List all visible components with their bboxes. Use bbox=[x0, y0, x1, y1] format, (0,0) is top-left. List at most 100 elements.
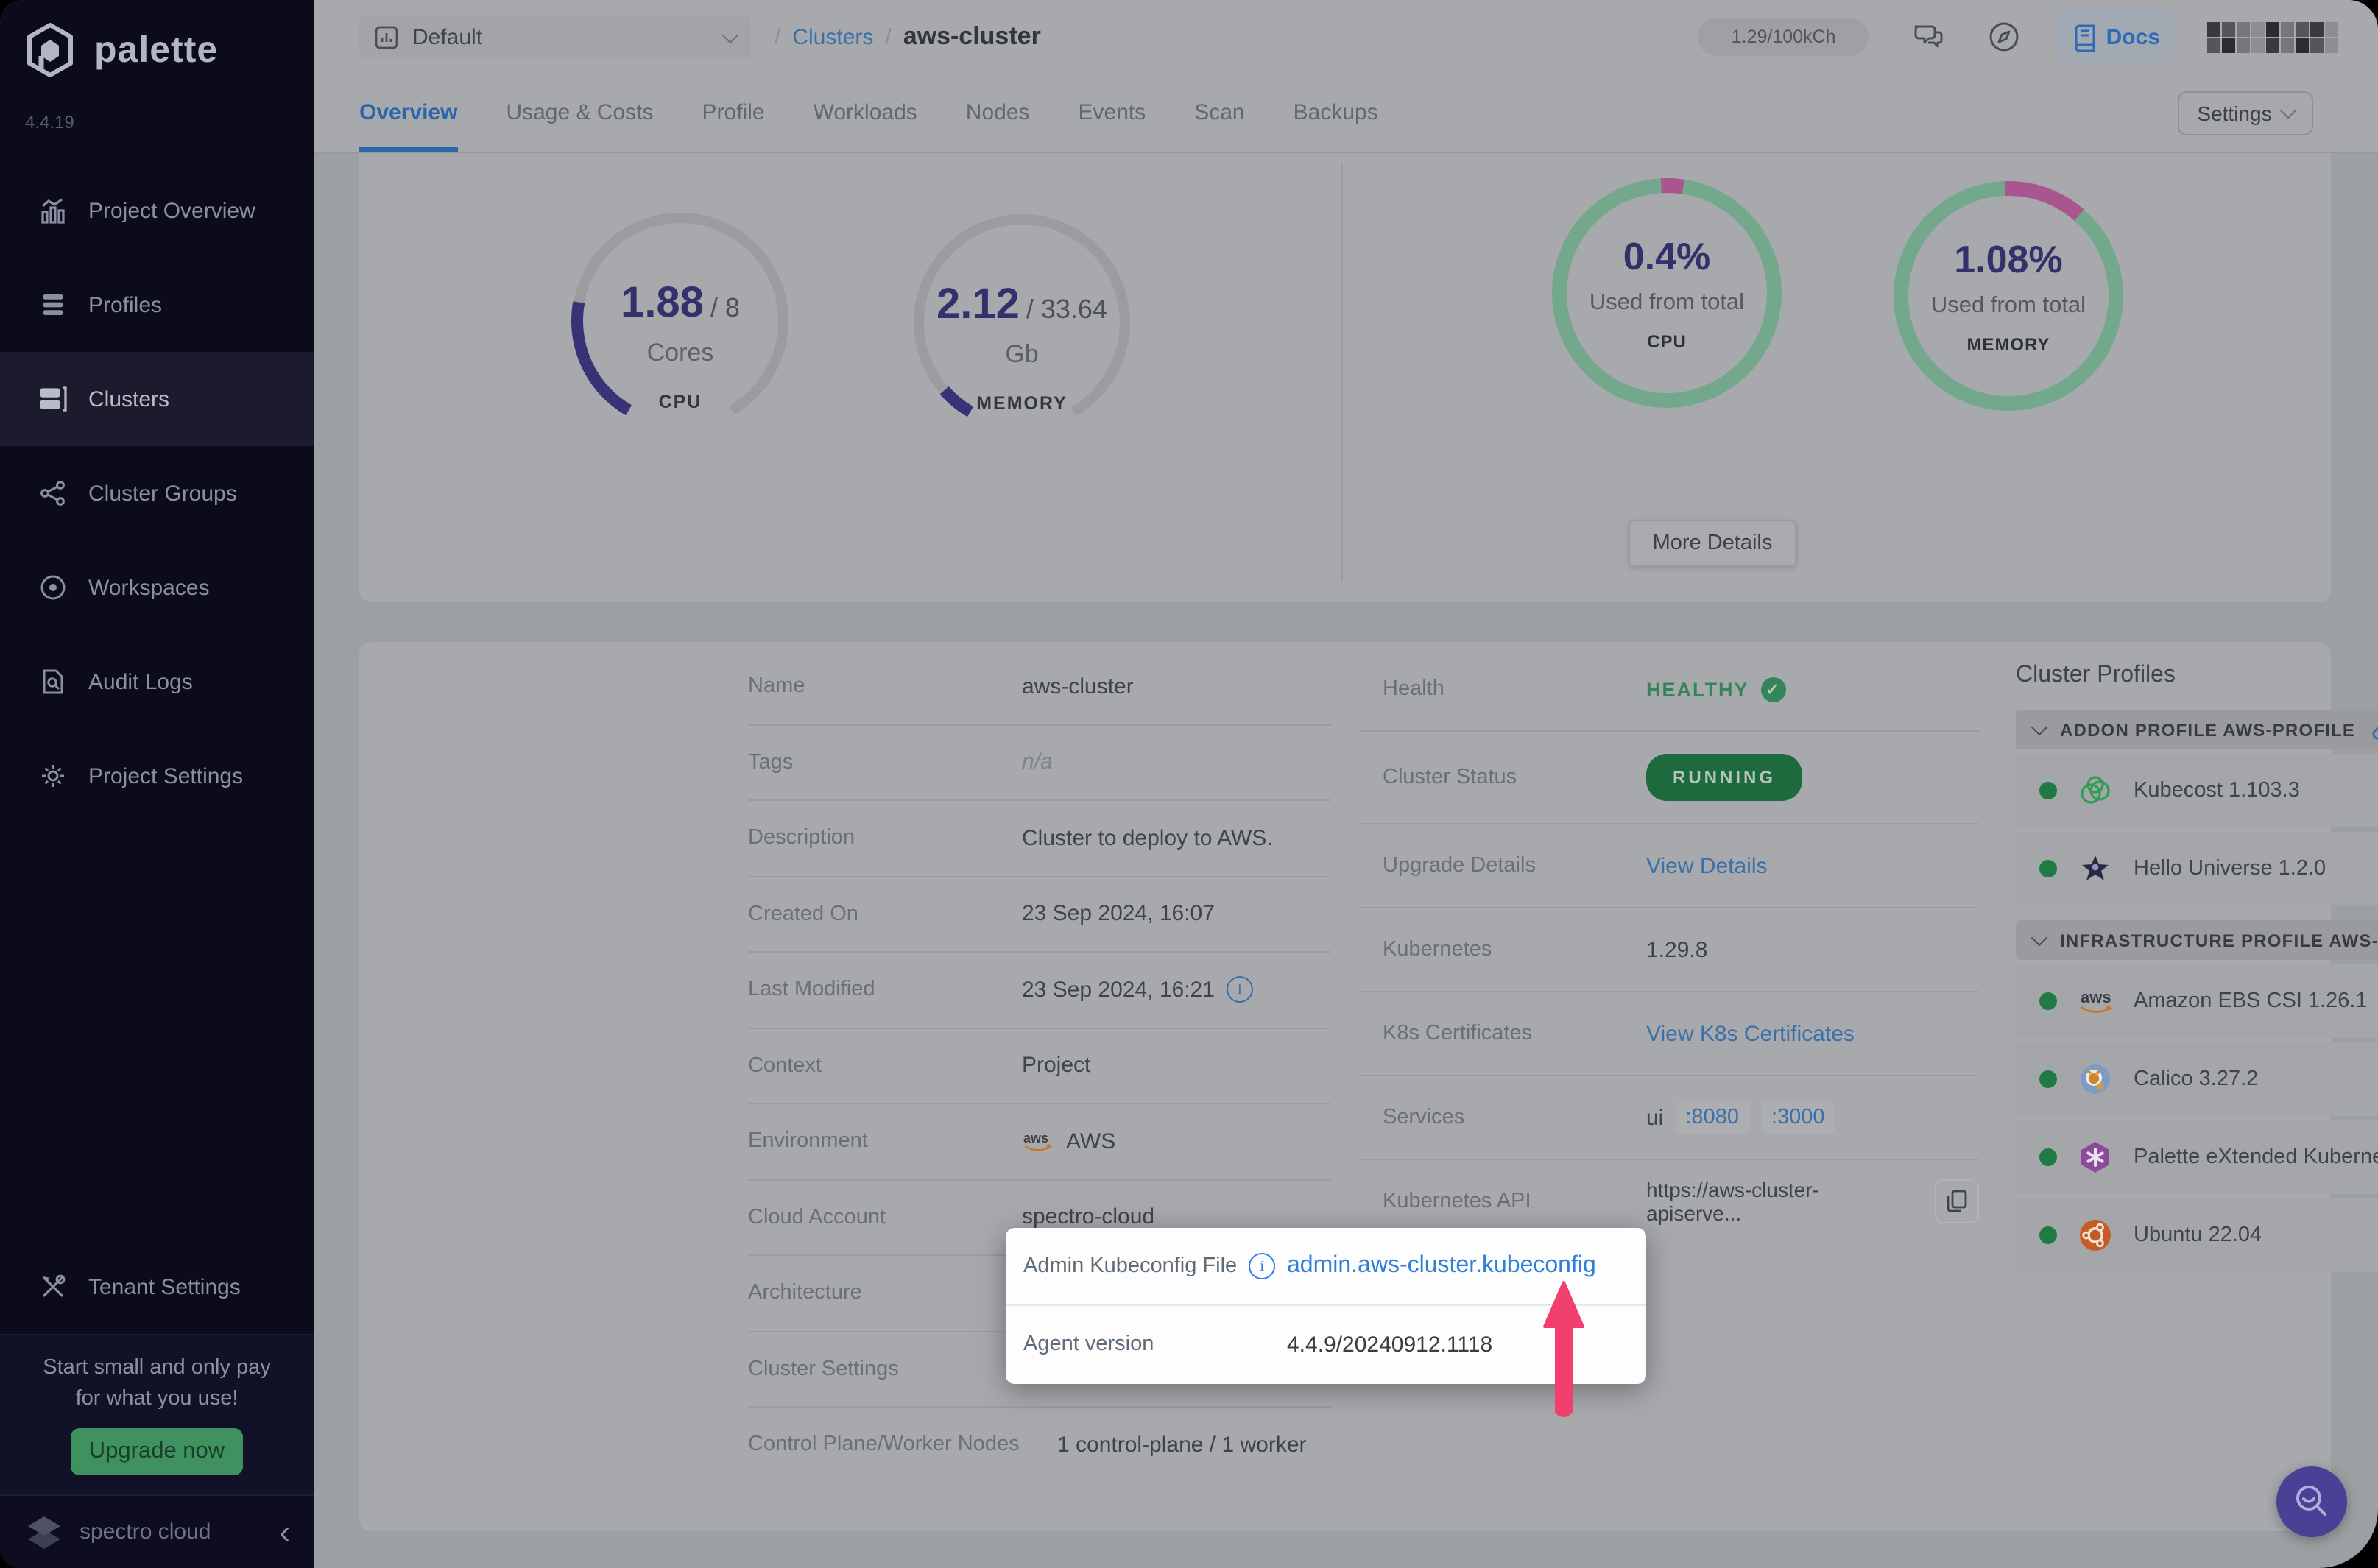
docs-button[interactable]: Docs bbox=[2057, 9, 2175, 65]
detail-row-environment: Environment aws AWS bbox=[748, 1104, 1331, 1180]
sidebar-item-project-settings[interactable]: Project Settings bbox=[0, 729, 314, 823]
usage-quota-pill: 1.29/100kCh bbox=[1698, 18, 1869, 56]
sidebar-footer: spectro cloud ‹ bbox=[0, 1494, 314, 1568]
info-icon[interactable]: i bbox=[1226, 976, 1253, 1003]
status-dot bbox=[2039, 1070, 2057, 1088]
kubecost-logo bbox=[2076, 771, 2114, 810]
upgrade-promo: Start small and only pay for what you us… bbox=[0, 1334, 314, 1497]
tab-nodes[interactable]: Nodes bbox=[966, 74, 1030, 152]
service-port-3000-link[interactable]: :3000 bbox=[1760, 1101, 1835, 1134]
profile-item-calico[interactable]: Calico 3.27.2 › bbox=[2016, 1042, 2378, 1116]
sidebar-item-workspaces[interactable]: Workspaces bbox=[0, 540, 314, 635]
detail-row-upgrade-details: Upgrade Details View Details bbox=[1359, 824, 1979, 908]
project-selector[interactable]: Default bbox=[359, 15, 751, 59]
support-search-fab[interactable] bbox=[2276, 1466, 2347, 1537]
profile-item-amazon-ebs-csi[interactable]: aws Amazon EBS CSI 1.26.1 › bbox=[2016, 964, 2378, 1038]
service-port-8080-link[interactable]: :8080 bbox=[1675, 1101, 1749, 1134]
detail-row-cluster-status: Cluster Status RUNNING bbox=[1359, 732, 1979, 824]
chevron-down-icon bbox=[2279, 102, 2296, 119]
view-k8s-certificates-link[interactable]: View K8s Certificates bbox=[1646, 1021, 1855, 1046]
breadcrumb-separator: / bbox=[885, 24, 892, 49]
brand-name: spectro cloud bbox=[80, 1519, 211, 1544]
page-title: aws-cluster bbox=[903, 22, 1041, 50]
sidebar: palette 4.4.19 Project Overview Profiles bbox=[0, 0, 314, 1568]
help-compass-icon[interactable] bbox=[1987, 19, 2022, 54]
memory-used-value: 2.12 bbox=[936, 281, 1020, 328]
addon-profile-section-header[interactable]: ADDON PROFILE AWS-PROFILE PROJ bbox=[2016, 710, 2378, 749]
more-details-button[interactable]: More Details bbox=[1629, 520, 1796, 567]
app-window: palette 4.4.19 Project Overview Profiles bbox=[0, 0, 2378, 1568]
upgrade-view-details-link[interactable]: View Details bbox=[1646, 853, 1768, 878]
info-icon[interactable]: i bbox=[1249, 1253, 1276, 1279]
sidebar-item-audit-logs[interactable]: Audit Logs bbox=[0, 635, 314, 729]
top-bar: Default / Clusters / aws-cluster 1.29/10… bbox=[314, 0, 2378, 74]
detail-row-context: Context Project bbox=[748, 1028, 1331, 1104]
tab-backups[interactable]: Backups bbox=[1294, 74, 1378, 152]
sidebar-item-clusters[interactable]: Clusters bbox=[0, 352, 314, 446]
cpu-gauge-label: CPU bbox=[658, 392, 702, 412]
sidebar-item-cluster-groups[interactable]: Cluster Groups bbox=[0, 446, 314, 540]
profile-item-hello-universe[interactable]: Hello Universe 1.2.0 › bbox=[2016, 832, 2378, 905]
upgrade-now-button[interactable]: Upgrade now bbox=[71, 1428, 243, 1475]
ubuntu-logo bbox=[2076, 1216, 2114, 1254]
memory-ring-caption: Used from total bbox=[1930, 293, 2086, 318]
copy-api-url-button[interactable] bbox=[1935, 1179, 1979, 1223]
cluster-profiles-panel: Cluster Profiles ADDON PROFILE AWS-PROFI… bbox=[2016, 663, 2378, 1272]
tab-events[interactable]: Events bbox=[1079, 74, 1146, 152]
redacted-user-info bbox=[2207, 18, 2349, 56]
tab-scan[interactable]: Scan bbox=[1194, 74, 1244, 152]
cpu-used-percent: 0.4% bbox=[1623, 234, 1711, 278]
breadcrumb-separator: / bbox=[775, 24, 781, 49]
collapse-sidebar-icon[interactable]: ‹ bbox=[279, 1515, 290, 1548]
sidebar-item-profiles[interactable]: Profiles bbox=[0, 258, 314, 352]
status-dot bbox=[2039, 992, 2057, 1010]
tab-workloads[interactable]: Workloads bbox=[814, 74, 917, 152]
sidebar-menu: Project Overview Profiles Clusters Clust… bbox=[0, 163, 314, 823]
memory-unit: Gb bbox=[1005, 340, 1039, 368]
breadcrumb-clusters-link[interactable]: Clusters bbox=[792, 24, 873, 49]
gear-icon bbox=[38, 761, 68, 791]
tab-overview[interactable]: Overview bbox=[359, 74, 457, 152]
tab-usage-costs[interactable]: Usage & Costs bbox=[506, 74, 653, 152]
profile-item-kubecost[interactable]: Kubecost 1.103.3 › bbox=[2016, 754, 2378, 827]
svg-text:aws: aws bbox=[2081, 988, 2111, 1006]
detail-row-k8s-certificates: K8s Certificates View K8s Certificates bbox=[1359, 992, 1979, 1076]
cluster-status-column: Health HEALTHY ✓ Cluster Status RUNNING … bbox=[1359, 648, 1979, 1243]
aws-logo-icon: aws bbox=[1022, 1130, 1054, 1154]
settings-button[interactable]: Settings bbox=[2178, 91, 2313, 135]
cpu-ring-caption: Used from total bbox=[1589, 290, 1745, 315]
sidebar-item-tenant-settings[interactable]: Tenant Settings bbox=[0, 1240, 314, 1334]
memory-gauge: 2.12 / 33.64 Gb MEMORY bbox=[904, 205, 1140, 458]
audit-logs-icon bbox=[38, 667, 68, 696]
promo-text-line2: for what you use! bbox=[75, 1387, 239, 1410]
memory-ring-label: MEMORY bbox=[1966, 334, 2050, 355]
app-version: 4.4.19 bbox=[25, 112, 74, 133]
chat-icon[interactable] bbox=[1910, 19, 1946, 54]
detail-row-tags: Tags n/a bbox=[748, 725, 1331, 801]
infrastructure-profile-section-header[interactable]: INFRASTRUCTURE PROFILE AWS-PROFILE PROJ bbox=[2016, 920, 2378, 960]
memory-gauge-label: MEMORY bbox=[976, 393, 1068, 414]
status-dot bbox=[2039, 1148, 2057, 1166]
memory-usage-ring: 1.08% Used from total MEMORY bbox=[1888, 175, 2129, 417]
workspaces-icon bbox=[38, 573, 68, 602]
profile-item-palette-extended-kubernetes[interactable]: Palette eXtended Kubernetes 1.29.8 › bbox=[2016, 1120, 2378, 1194]
cpu-total-value: / 8 bbox=[710, 293, 740, 322]
check-circle-icon: ✓ bbox=[1760, 677, 1786, 702]
top-bar-actions: 1.29/100kCh Docs bbox=[1698, 9, 2378, 65]
tab-profile[interactable]: Profile bbox=[702, 74, 765, 152]
sidebar-item-project-overview[interactable]: Project Overview bbox=[0, 163, 314, 258]
cpu-usage-ring: 0.4% Used from total CPU bbox=[1546, 172, 1788, 414]
logo-wordmark: palette bbox=[94, 29, 219, 70]
detail-row-name: Name aws-cluster bbox=[748, 649, 1331, 725]
link-chain-icon[interactable] bbox=[2370, 719, 2378, 740]
status-dot bbox=[2039, 860, 2057, 877]
detail-row-nodes: Control Plane/Worker Nodes 1 control-pla… bbox=[748, 1432, 1307, 1458]
tabs-bar: Overview Usage & Costs Profile Workloads… bbox=[314, 74, 2378, 153]
project-selector-value: Default bbox=[412, 24, 483, 49]
detail-row-kubernetes: Kubernetes 1.29.8 bbox=[1359, 908, 1979, 992]
profiles-icon bbox=[38, 290, 68, 319]
cluster-groups-icon bbox=[38, 478, 68, 508]
aws-logo: aws bbox=[2076, 982, 2114, 1020]
memory-used-percent: 1.08% bbox=[1954, 237, 2063, 281]
profile-item-ubuntu[interactable]: Ubuntu 22.04 › bbox=[2016, 1198, 2378, 1272]
